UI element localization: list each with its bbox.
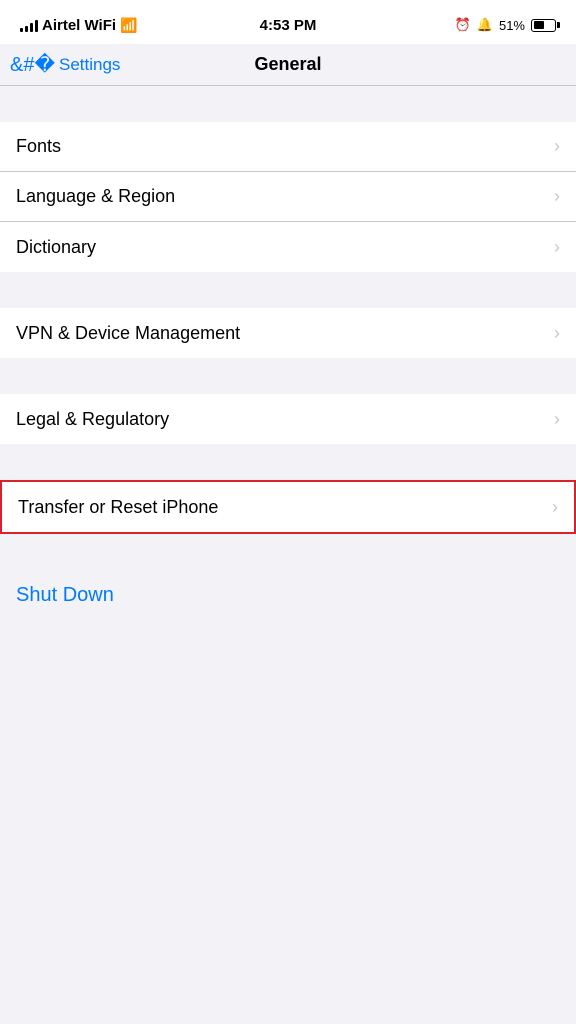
clock-icon: ⏰ (455, 17, 471, 33)
carrier-label: Airtel WiFi (42, 17, 116, 34)
settings-section-3: Legal & Regulatory › (0, 394, 576, 444)
row-transfer-reset[interactable]: Transfer or Reset iPhone › (2, 482, 574, 532)
shutdown-section: Shut Down (0, 570, 576, 621)
shutdown-button[interactable]: Shut Down (16, 584, 114, 606)
signal-bar-4 (35, 20, 38, 32)
battery-percent: 51% (499, 18, 525, 33)
chevron-icon: › (554, 136, 560, 157)
row-language-region-label: Language & Region (16, 186, 175, 207)
back-chevron-icon: &#� (10, 52, 55, 77)
alarm-icon: 🔔 (477, 17, 493, 33)
signal-bar-3 (30, 23, 33, 32)
signal-bar-2 (25, 26, 28, 32)
row-language-region[interactable]: Language & Region › (0, 172, 576, 222)
chevron-icon: › (554, 186, 560, 207)
back-button[interactable]: &#� Settings (10, 53, 120, 77)
signal-bar-1 (20, 28, 23, 32)
status-time: 4:53 PM (260, 17, 317, 34)
row-vpn-label: VPN & Device Management (16, 323, 240, 344)
row-fonts-label: Fonts (16, 136, 61, 157)
page-title: General (254, 54, 321, 75)
chevron-icon: › (554, 409, 560, 430)
row-legal[interactable]: Legal & Regulatory › (0, 394, 576, 444)
row-fonts[interactable]: Fonts › (0, 122, 576, 172)
chevron-icon: › (554, 237, 560, 258)
settings-section-4-highlighted: Transfer or Reset iPhone › (0, 480, 576, 534)
section-gap-5 (0, 534, 576, 570)
settings-section-2: VPN & Device Management › (0, 308, 576, 358)
nav-bar: &#� Settings General (0, 44, 576, 86)
row-transfer-reset-label: Transfer or Reset iPhone (18, 497, 218, 518)
signal-bars (20, 19, 38, 32)
battery-icon (531, 19, 556, 32)
row-vpn[interactable]: VPN & Device Management › (0, 308, 576, 358)
row-dictionary-label: Dictionary (16, 237, 96, 258)
section-gap-2 (0, 272, 576, 308)
row-legal-label: Legal & Regulatory (16, 409, 169, 430)
back-label: Settings (59, 55, 120, 75)
section-gap-top (0, 86, 576, 122)
status-right: ⏰ 🔔 51% (455, 17, 556, 33)
chevron-icon: › (552, 497, 558, 518)
chevron-icon: › (554, 323, 560, 344)
status-bar: Airtel WiFi 📶 4:53 PM ⏰ 🔔 51% (0, 0, 576, 44)
carrier-signal: Airtel WiFi 📶 (20, 17, 137, 34)
wifi-icon: 📶 (120, 17, 137, 34)
section-gap-3 (0, 358, 576, 394)
section-gap-4 (0, 444, 576, 480)
settings-section-1: Fonts › Language & Region › Dictionary › (0, 122, 576, 272)
row-dictionary[interactable]: Dictionary › (0, 222, 576, 272)
